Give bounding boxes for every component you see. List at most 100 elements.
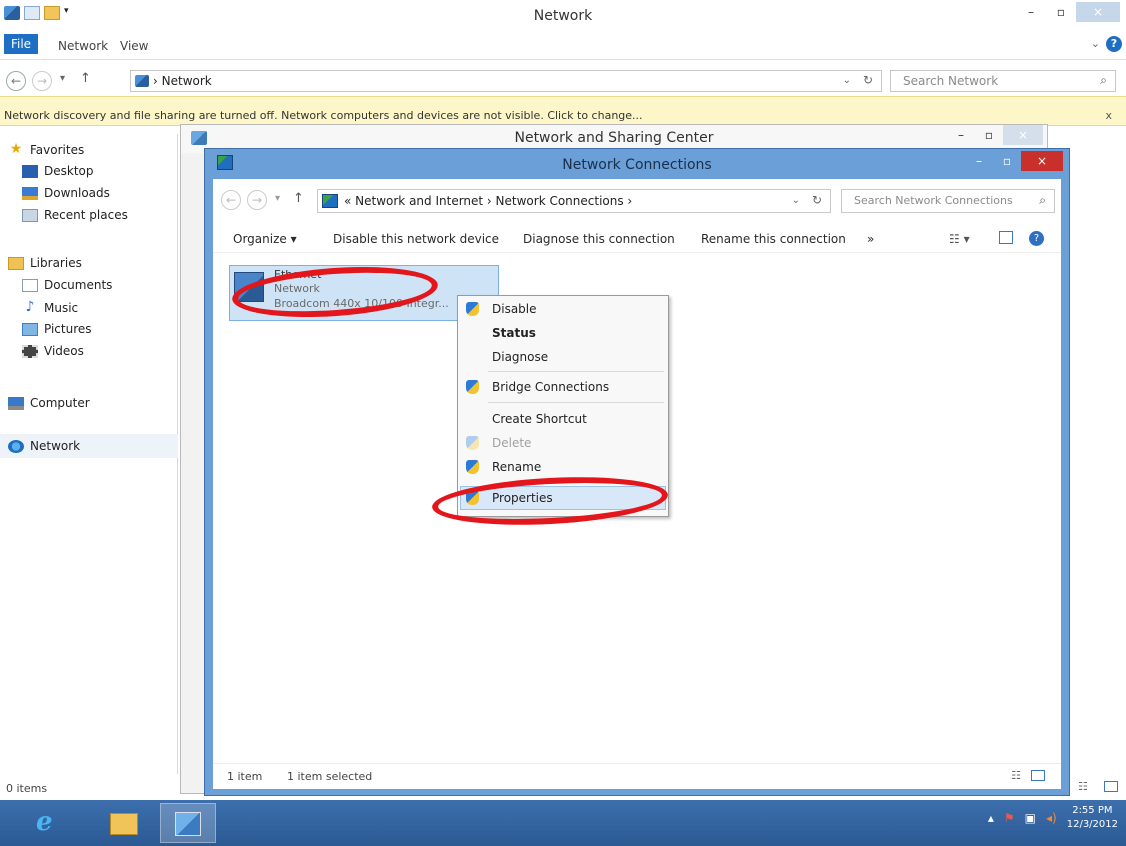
- search-icon[interactable]: ⌕: [1039, 193, 1046, 208]
- sidebar-item-desktop[interactable]: Desktop: [22, 164, 94, 178]
- shield-icon: [466, 380, 479, 394]
- sidebar-item-downloads[interactable]: Downloads: [22, 186, 110, 200]
- info-bar-message[interactable]: Network discovery and file sharing are t…: [4, 109, 643, 122]
- menu-item-bridge-connections[interactable]: Bridge Connections: [458, 376, 668, 398]
- close-button[interactable]: ×: [1003, 125, 1043, 145]
- sidebar-item-libraries[interactable]: Libraries: [8, 256, 82, 270]
- details-view-icon[interactable]: ☷: [1011, 769, 1021, 782]
- maximize-button[interactable]: ▫: [993, 151, 1021, 171]
- disable-device-button[interactable]: Disable this network device: [333, 232, 499, 246]
- sidebar-item-recent-places[interactable]: Recent places: [22, 208, 128, 222]
- address-field[interactable]: › Network ⌄ ↻: [130, 70, 882, 92]
- sidebar-item-pictures[interactable]: Pictures: [22, 322, 92, 336]
- sidebar-item-label: Music: [44, 300, 79, 315]
- maximize-button[interactable]: ▫: [975, 125, 1003, 145]
- preview-pane-icon[interactable]: [999, 231, 1013, 244]
- breadcrumb-network[interactable]: Network: [162, 74, 212, 88]
- minimize-button[interactable]: –: [965, 151, 993, 171]
- close-button[interactable]: ×: [1021, 151, 1063, 171]
- network-connections-window: Network Connections – ▫ × ← → ▾ ↑ « Netw…: [204, 148, 1070, 796]
- item-count: 0 items: [6, 782, 48, 795]
- shield-icon: [466, 460, 479, 474]
- details-view-icon[interactable]: ☷: [1078, 780, 1088, 793]
- menu-item-delete[interactable]: Delete: [458, 432, 668, 454]
- more-commands-button[interactable]: »: [867, 232, 874, 246]
- change-view-icon[interactable]: ☷ ▾: [949, 232, 970, 246]
- clock[interactable]: 2:55 PM 12/3/2012: [1067, 804, 1118, 832]
- downloads-icon: [22, 186, 38, 200]
- info-bar[interactable]: Network discovery and file sharing are t…: [0, 96, 1126, 126]
- menu-item-label: Status: [492, 326, 536, 340]
- help-icon[interactable]: ?: [1029, 231, 1044, 246]
- taskbar-file-explorer[interactable]: [96, 803, 152, 843]
- menu-item-label: Delete: [492, 436, 532, 450]
- up-button[interactable]: ↑: [80, 71, 91, 86]
- breadcrumb[interactable]: « Network and Internet › Network Connect…: [344, 194, 632, 208]
- minimize-button[interactable]: –: [1016, 2, 1046, 22]
- volume-icon[interactable]: ◂): [1046, 811, 1057, 825]
- network-icon: [135, 75, 149, 87]
- menu-item-status[interactable]: Status: [458, 322, 668, 344]
- search-input[interactable]: Search Network Connections ⌕: [841, 189, 1055, 213]
- recent-locations-icon[interactable]: ▾: [60, 73, 65, 84]
- close-icon[interactable]: x: [1105, 109, 1112, 122]
- tab-file[interactable]: File: [4, 34, 38, 54]
- menu-item-label: Create Shortcut: [492, 412, 587, 426]
- diagnose-connection-button[interactable]: Diagnose this connection: [523, 232, 675, 246]
- large-icons-view-icon[interactable]: [1104, 781, 1118, 792]
- sidebar-item-videos[interactable]: Videos: [22, 344, 84, 358]
- taskbar: e ▴ ⚑ ▣ ◂) 2:55 PM 12/3/2012: [0, 800, 1126, 846]
- help-icon[interactable]: ?: [1106, 36, 1122, 52]
- forward-button[interactable]: →: [247, 190, 267, 210]
- recent-locations-icon[interactable]: ▾: [275, 193, 280, 204]
- sidebar-item-label: Downloads: [44, 186, 110, 200]
- expand-ribbon-icon[interactable]: ⌄: [1091, 37, 1100, 50]
- address-field[interactable]: « Network and Internet › Network Connect…: [317, 189, 831, 213]
- menu-item-label: Bridge Connections: [492, 380, 610, 394]
- sidebar-item-label: Videos: [44, 344, 84, 358]
- shield-icon: [466, 436, 479, 450]
- sidebar-item-favorites[interactable]: ★ Favorites: [8, 142, 85, 157]
- close-button[interactable]: ×: [1076, 2, 1120, 22]
- address-dropdown-icon[interactable]: ⌄: [843, 75, 851, 86]
- forward-button[interactable]: →: [32, 71, 52, 91]
- clock-time: 2:55 PM: [1072, 805, 1113, 816]
- refresh-icon[interactable]: ↻: [863, 73, 873, 87]
- minimize-button[interactable]: –: [947, 125, 975, 145]
- search-placeholder: Search Network Connections: [854, 194, 1013, 207]
- search-icon[interactable]: ⌕: [1100, 73, 1107, 88]
- menu-item-create-shortcut[interactable]: Create Shortcut: [458, 408, 668, 430]
- sidebar-item-network[interactable]: Network: [8, 439, 80, 453]
- tab-view[interactable]: View: [120, 39, 148, 53]
- action-center-flag-icon[interactable]: ⚑: [1004, 811, 1015, 825]
- address-dropdown-icon[interactable]: ⌄: [792, 195, 800, 206]
- window-controls: – ▫ ×: [965, 151, 1063, 171]
- search-input[interactable]: Search Network ⌕: [890, 70, 1116, 92]
- back-button[interactable]: ←: [221, 190, 241, 210]
- desktop-icon: [22, 164, 38, 178]
- menu-item-label: Properties: [492, 491, 553, 505]
- window-content: ← → ▾ ↑ « Network and Internet › Network…: [213, 179, 1061, 789]
- maximize-button[interactable]: ▫: [1046, 2, 1076, 22]
- organize-button[interactable]: Organize ▾: [233, 232, 297, 246]
- taskbar-internet-explorer[interactable]: e: [20, 803, 76, 843]
- sidebar-item-computer[interactable]: Computer: [8, 396, 90, 410]
- show-hidden-icons-icon[interactable]: ▴: [988, 811, 994, 825]
- taskbar-network-connections[interactable]: [160, 803, 216, 843]
- rename-connection-button[interactable]: Rename this connection: [701, 232, 846, 246]
- ethernet-adapter-icon: [234, 272, 264, 302]
- menu-item-disable[interactable]: Disable: [458, 298, 668, 320]
- up-button[interactable]: ↑: [293, 191, 304, 206]
- menu-item-diagnose[interactable]: Diagnose: [458, 346, 668, 368]
- sidebar-item-documents[interactable]: Documents: [22, 278, 112, 292]
- large-icons-view-icon[interactable]: [1031, 770, 1045, 781]
- menu-item-rename[interactable]: Rename: [458, 456, 668, 478]
- sidebar-item-music[interactable]: ♪ Music: [22, 300, 79, 315]
- back-button[interactable]: ←: [6, 71, 26, 91]
- refresh-icon[interactable]: ↻: [812, 193, 822, 207]
- navigation-pane: ★ Favorites Desktop Downloads Recent pla…: [0, 134, 178, 774]
- pictures-icon: [22, 322, 38, 336]
- menu-item-properties[interactable]: Properties: [458, 487, 668, 509]
- tab-network[interactable]: Network: [58, 39, 108, 53]
- network-status-icon[interactable]: ▣: [1025, 811, 1036, 825]
